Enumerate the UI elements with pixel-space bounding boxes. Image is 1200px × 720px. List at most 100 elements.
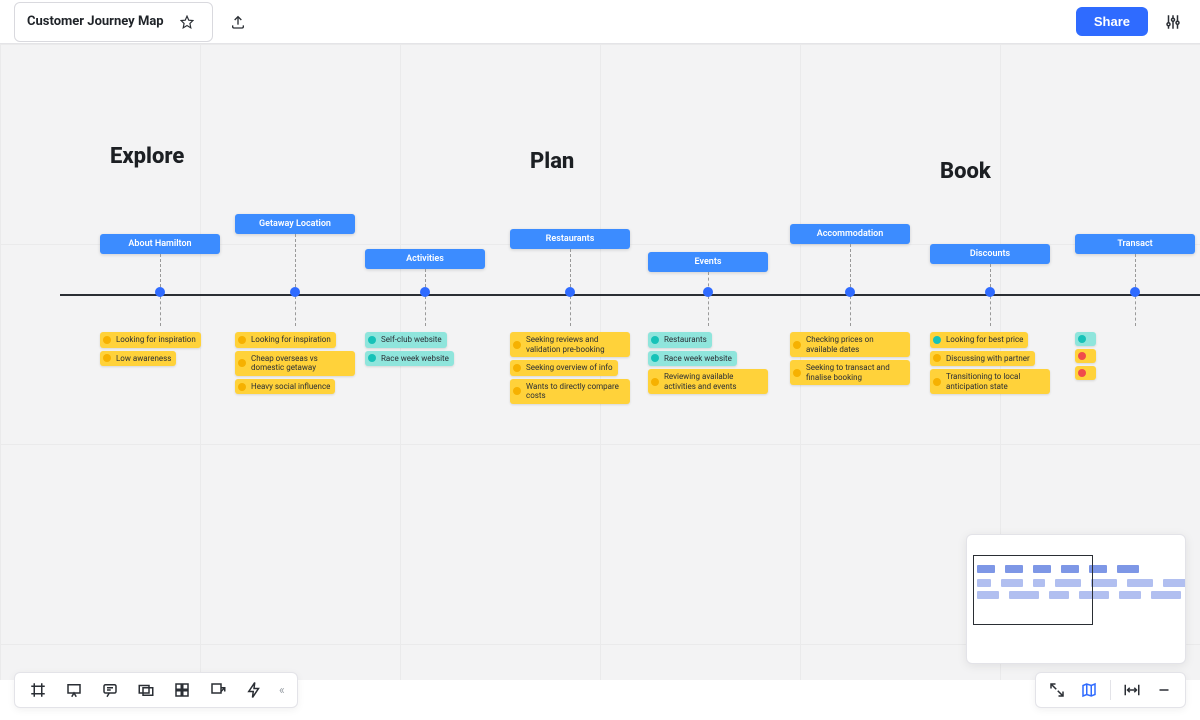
- node-label[interactable]: Events: [648, 252, 768, 272]
- divider: [1110, 680, 1111, 700]
- fullscreen-icon[interactable]: [1042, 675, 1072, 705]
- note-item[interactable]: [1075, 349, 1096, 363]
- note-item[interactable]: [1075, 366, 1096, 380]
- node-dot: [420, 287, 430, 297]
- note-item[interactable]: Reviewing available activities and event…: [648, 369, 768, 394]
- node-label[interactable]: Accommodation: [790, 224, 910, 244]
- note-bullet-icon: [1078, 352, 1086, 360]
- app-root: Customer Journey Map Share Explore Plan …: [0, 0, 1200, 720]
- note-text: Restaurants: [664, 335, 707, 345]
- node-stem-down: [708, 296, 709, 326]
- phase-explore: Explore: [110, 144, 184, 169]
- settings-sliders-icon[interactable]: [1160, 9, 1186, 35]
- node-dot: [1130, 287, 1140, 297]
- journey-node-discounts[interactable]: Discounts Looking for best price Discussin…: [930, 244, 1050, 394]
- node-label[interactable]: Restaurants: [510, 229, 630, 249]
- document-title-box[interactable]: Customer Journey Map: [14, 2, 213, 42]
- note-bullet-icon: [933, 354, 941, 362]
- node-stem-down: [425, 296, 426, 326]
- note-text: Looking for inspiration: [251, 335, 331, 345]
- note-item[interactable]: Looking for inspiration: [100, 332, 201, 348]
- node-notes: Seeking reviews and validation pre-booki…: [510, 332, 630, 404]
- node-notes: Looking for inspiration Low awareness: [100, 332, 220, 366]
- note-item[interactable]: Looking for best price: [930, 332, 1028, 348]
- fit-width-icon[interactable]: [1117, 675, 1147, 705]
- note-bullet-icon: [103, 354, 111, 362]
- node-notes: Looking for best price Discussing with pa…: [930, 332, 1050, 394]
- note-item[interactable]: Discussing with partner: [930, 351, 1035, 367]
- note-bullet-icon: [238, 336, 246, 344]
- comments-view-icon[interactable]: [95, 675, 125, 705]
- note-text: Heavy social influence: [251, 382, 330, 392]
- note-item[interactable]: Race week website: [648, 351, 737, 367]
- journey-node-accommodation[interactable]: Accommodation Checking prices on availabl…: [790, 224, 910, 385]
- note-bullet-icon: [1078, 369, 1086, 377]
- node-stem-down: [160, 296, 161, 326]
- document-title: Customer Journey Map: [27, 14, 164, 29]
- note-item[interactable]: Restaurants: [648, 332, 712, 348]
- note-text: Discussing with partner: [946, 354, 1030, 364]
- note-text: Race week website: [664, 354, 732, 364]
- favorite-star-icon[interactable]: [174, 9, 200, 35]
- journey-node-getaway[interactable]: Getaway Location Looking for inspiration C…: [235, 214, 355, 394]
- bottom-toolbar: «: [14, 672, 298, 708]
- note-item[interactable]: Seeking to transact and finalise booking: [790, 360, 910, 385]
- note-item[interactable]: Seeking reviews and validation pre-booki…: [510, 332, 630, 357]
- zoom-out-icon[interactable]: [1149, 675, 1179, 705]
- journey-node-events[interactable]: Events Restaurants Race week website Review…: [648, 252, 768, 394]
- note-text: Seeking reviews and validation pre-booki…: [526, 335, 625, 354]
- present-icon[interactable]: [59, 675, 89, 705]
- node-label[interactable]: About Hamilton: [100, 234, 220, 254]
- note-bullet-icon: [238, 383, 246, 391]
- note-bullet-icon: [793, 341, 801, 349]
- share-button[interactable]: Share: [1076, 7, 1148, 36]
- node-dot: [845, 287, 855, 297]
- journey-node-about[interactable]: About Hamilton Looking for inspiration Low…: [100, 234, 220, 366]
- minimap-viewport[interactable]: [973, 555, 1093, 625]
- note-bullet-icon: [933, 378, 941, 386]
- note-bullet-icon: [513, 364, 521, 372]
- note-bullet-icon: [651, 336, 659, 344]
- node-label[interactable]: Discounts: [930, 244, 1050, 264]
- note-text: Wants to directly compare costs: [526, 382, 625, 401]
- node-label[interactable]: Activities: [365, 249, 485, 269]
- export-icon[interactable]: [203, 675, 233, 705]
- note-bullet-icon: [238, 359, 246, 367]
- minimap[interactable]: [966, 534, 1186, 664]
- note-text: Looking for best price: [946, 335, 1023, 345]
- note-item[interactable]: Looking for inspiration: [235, 332, 336, 348]
- note-text: Race week website: [381, 354, 449, 364]
- cards-icon[interactable]: [131, 675, 161, 705]
- node-dot: [565, 287, 575, 297]
- note-text: Transitioning to local anticipation stat…: [946, 372, 1045, 391]
- grid-icon[interactable]: [167, 675, 197, 705]
- note-item[interactable]: [1075, 332, 1096, 346]
- note-text: Looking for inspiration: [116, 335, 196, 345]
- upload-icon[interactable]: [225, 9, 251, 35]
- journey-node-transact[interactable]: Transact: [1075, 234, 1195, 380]
- node-dot: [985, 287, 995, 297]
- note-item[interactable]: Checking prices on available dates: [790, 332, 910, 357]
- map-icon[interactable]: [1074, 675, 1104, 705]
- node-label[interactable]: Getaway Location: [235, 214, 355, 234]
- journey-node-restaurants[interactable]: Restaurants Seeking reviews and validatio…: [510, 229, 630, 404]
- note-item[interactable]: Low awareness: [100, 351, 176, 367]
- node-notes: Self-club website Race week website: [365, 332, 485, 366]
- phase-plan: Plan: [530, 149, 574, 174]
- note-item[interactable]: Race week website: [365, 351, 454, 367]
- note-item[interactable]: Wants to directly compare costs: [510, 379, 630, 404]
- note-item[interactable]: Heavy social influence: [235, 379, 335, 395]
- note-item[interactable]: Seeking overview of info: [510, 360, 618, 376]
- note-item[interactable]: Self-club website: [365, 332, 447, 348]
- frame-view-icon[interactable]: [23, 675, 53, 705]
- node-label[interactable]: Transact: [1075, 234, 1195, 254]
- note-item[interactable]: Cheap overseas vs domestic getaway: [235, 351, 355, 376]
- note-text: Cheap overseas vs domestic getaway: [251, 354, 350, 373]
- bolt-icon[interactable]: [239, 675, 269, 705]
- collapse-chevrons-icon[interactable]: «: [275, 683, 289, 697]
- note-item[interactable]: Transitioning to local anticipation stat…: [930, 369, 1050, 394]
- node-stem: [570, 249, 571, 292]
- note-bullet-icon: [793, 369, 801, 377]
- journey-node-activities[interactable]: Activities Self-club website Race week web…: [365, 249, 485, 366]
- note-bullet-icon: [368, 354, 376, 362]
